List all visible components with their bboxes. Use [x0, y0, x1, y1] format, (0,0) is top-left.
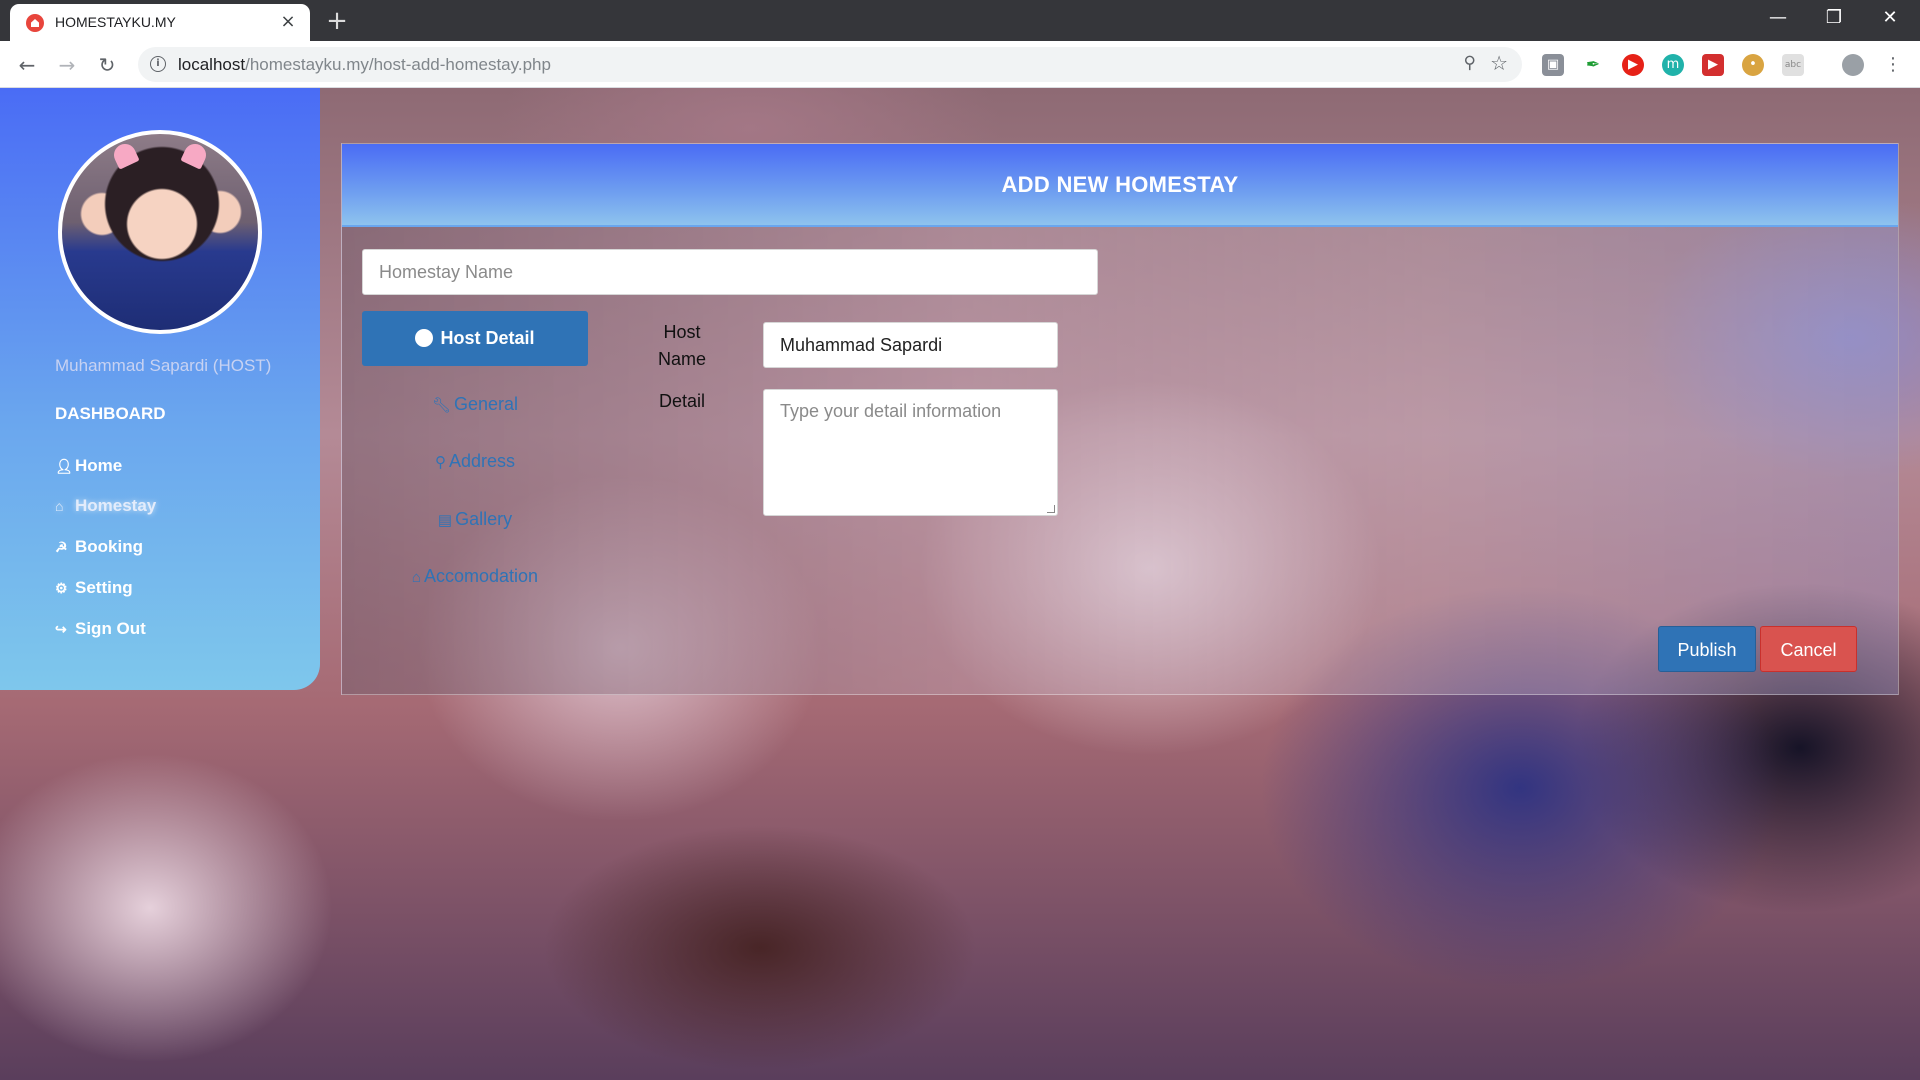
avatar-ear-decoration	[180, 140, 210, 170]
nav-setting[interactable]: ⚙ Setting	[55, 578, 133, 598]
nav-setting-label: Setting	[75, 578, 133, 597]
tab-general-label: General	[454, 394, 519, 414]
host-name: Muhammad Sapardi (HOST)	[55, 356, 272, 375]
homestay-name-input[interactable]: Homestay Name	[362, 249, 1098, 295]
browser-tab[interactable]: HOMESTAYKU.MY ×	[10, 4, 310, 41]
video-icon[interactable]: ▶	[1702, 54, 1724, 76]
new-tab-button[interactable]: +	[322, 6, 352, 36]
nav-booking-label: Booking	[75, 537, 143, 556]
url-text: localhost/homestayku.my/host-add-homesta…	[178, 55, 551, 75]
zoom-icon[interactable]: ⚲	[1464, 53, 1476, 73]
home-icon: ⌂	[55, 498, 64, 514]
cookie-icon[interactable]: •	[1742, 54, 1764, 76]
tab-address-label: Address	[448, 451, 516, 471]
site-info-icon[interactable]: i	[150, 56, 166, 72]
nav-home[interactable]: 👤︎ Home	[55, 456, 122, 476]
publish-button[interactable]: Publish	[1658, 626, 1756, 672]
tab-close-icon[interactable]: ×	[276, 10, 300, 34]
avatar-ear-decoration	[110, 140, 140, 170]
menu-kebab-icon[interactable]: ⋮	[1882, 54, 1904, 76]
sidebar: Muhammad Sapardi (HOST) DASHBOARD 👤︎ Home…	[0, 88, 320, 690]
tab-title: HOMESTAYKU.MY	[55, 14, 176, 30]
tab-host-detail[interactable]: Host Detail	[362, 311, 588, 366]
host-name-label-line1: Host	[663, 322, 701, 342]
nav-sign-out-label: Sign Out	[75, 619, 146, 638]
extension-icon[interactable]: abc	[1782, 54, 1804, 76]
back-icon[interactable]: ←	[12, 50, 42, 80]
profile-card-icon[interactable]: ▣	[1542, 54, 1564, 76]
close-icon[interactable]: ✕	[1862, 0, 1918, 36]
tab-accomodation[interactable]: ⌂ Accomodation	[362, 566, 588, 587]
tab-host-detail-label: Host Detail	[440, 328, 535, 348]
nav-homestay[interactable]: ⌂ Homestay	[55, 496, 156, 516]
homestay-favicon-icon	[26, 14, 44, 32]
page-title: ADD NEW HOMESTAY	[1001, 172, 1239, 197]
tab-accomodation-label: Accomodation	[423, 566, 539, 586]
url-host: localhost	[178, 55, 246, 74]
account-avatar-icon[interactable]	[1842, 54, 1864, 76]
browser-toolbar: ← → ↻ i localhost/homestayku.my/host-add…	[0, 41, 1920, 88]
host-name-field[interactable]: Muhammad Sapardi	[763, 322, 1058, 368]
nav-home-label: Home	[75, 456, 123, 475]
pen-icon[interactable]: ✒	[1582, 54, 1604, 76]
restore-icon[interactable]: ❐	[1806, 0, 1862, 36]
nav-sign-out[interactable]: ↪ Sign Out	[55, 619, 146, 639]
tab-gallery-label: Gallery	[455, 509, 513, 529]
image-icon: ▤	[437, 512, 453, 529]
card-header: ADD NEW HOMESTAY	[342, 144, 1898, 227]
wrench-icon: 🔧︎	[431, 397, 451, 414]
host-name-label-line2: Name	[657, 349, 706, 369]
add-homestay-card: ADD NEW HOMESTAY Homestay Name Host Deta…	[341, 143, 1899, 695]
bookmark-star-icon[interactable]: ☆	[1490, 51, 1508, 75]
m-icon[interactable]: m	[1662, 54, 1684, 76]
youtube-icon[interactable]: ▶	[1622, 54, 1644, 76]
tab-address[interactable]: ⚲ Address	[362, 451, 588, 472]
sign-out-icon: ↪	[55, 621, 67, 637]
cancel-button[interactable]: Cancel	[1760, 626, 1857, 672]
forward-icon[interactable]: →	[52, 50, 82, 80]
url-path: /homestayku.my/host-add-homestay.php	[245, 55, 551, 74]
host-name-label: Host Name	[642, 319, 722, 373]
map-marker-icon: ⚲	[434, 454, 446, 471]
user-icon: 👤︎	[55, 458, 73, 474]
host-avatar	[58, 130, 262, 334]
nav-booking[interactable]: ☭ Booking	[55, 537, 143, 557]
browser-tab-bar: HOMESTAYKU.MY × + — ❐ ✕	[0, 0, 1920, 41]
detail-placeholder: Type your detail information	[780, 401, 1002, 421]
tab-gallery[interactable]: ▤ Gallery	[362, 509, 588, 530]
tab-general[interactable]: 🔧︎ General	[362, 394, 588, 415]
user-circle-icon	[415, 329, 434, 347]
resize-handle-icon[interactable]	[1047, 505, 1055, 513]
dashboard-heading: DASHBOARD	[55, 404, 166, 423]
address-bar[interactable]: i localhost/homestayku.my/host-add-homes…	[138, 47, 1522, 82]
home-icon: ⌂	[411, 569, 421, 586]
page-viewport: Muhammad Sapardi (HOST) DASHBOARD 👤︎ Home…	[0, 88, 1920, 1080]
detail-label: Detail	[658, 391, 706, 411]
gear-icon: ⚙	[55, 580, 68, 596]
cart-icon: ☭	[55, 539, 68, 555]
minimize-icon[interactable]: —	[1750, 0, 1806, 36]
nav-homestay-label: Homestay	[75, 496, 157, 515]
detail-textarea[interactable]: Type your detail information	[763, 389, 1058, 516]
reload-icon[interactable]: ↻	[92, 50, 122, 80]
